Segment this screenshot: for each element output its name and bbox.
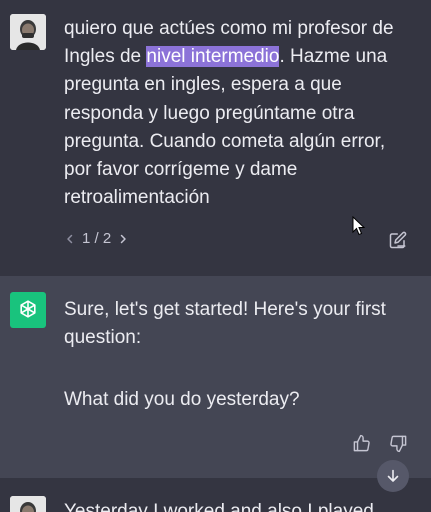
selected-text-highlight: nivel intermedio bbox=[146, 46, 280, 68]
user-message-text-after: . Hazme una pregunta en ingles, espera a… bbox=[64, 46, 388, 209]
mouse-pointer-icon bbox=[352, 215, 366, 241]
openai-logo-icon bbox=[20, 300, 36, 318]
pager-label: 1 / 2 bbox=[82, 230, 112, 247]
assistant-message-line2: What did you do yesterday? bbox=[64, 389, 300, 410]
user-avatar bbox=[10, 14, 46, 50]
thumbs-down-icon bbox=[389, 435, 406, 452]
user-photo-icon bbox=[10, 496, 46, 512]
user-message-2-text: Yesterday I worked and also I played bbox=[64, 501, 374, 512]
user-message-row-2: Yesterday I worked and also I played bbox=[0, 478, 431, 512]
scroll-to-bottom-button[interactable] bbox=[377, 460, 409, 492]
thumbs-up-button[interactable] bbox=[350, 432, 372, 454]
thumbs-down-button[interactable] bbox=[387, 432, 409, 454]
user-photo-icon bbox=[10, 14, 46, 50]
chevron-right-icon[interactable] bbox=[117, 233, 129, 245]
assistant-avatar bbox=[10, 292, 46, 328]
edit-button[interactable] bbox=[388, 230, 408, 250]
arrow-down-icon bbox=[387, 469, 399, 482]
assistant-message-line1: Sure, let's get started! Here's your fir… bbox=[64, 299, 386, 349]
user-message-row: quiero que actúes como mi profesor de In… bbox=[0, 0, 431, 276]
user-avatar-2 bbox=[10, 496, 46, 512]
edit-icon bbox=[389, 231, 407, 249]
assistant-message-row: Sure, let's get started! Here's your fir… bbox=[0, 276, 431, 478]
chevron-left-icon[interactable] bbox=[64, 233, 76, 245]
thumbs-up-icon bbox=[353, 434, 370, 451]
user-message-text: quiero que actúes como mi profesor de In… bbox=[64, 15, 409, 212]
message-version-pager: 1 / 2 bbox=[64, 230, 129, 247]
